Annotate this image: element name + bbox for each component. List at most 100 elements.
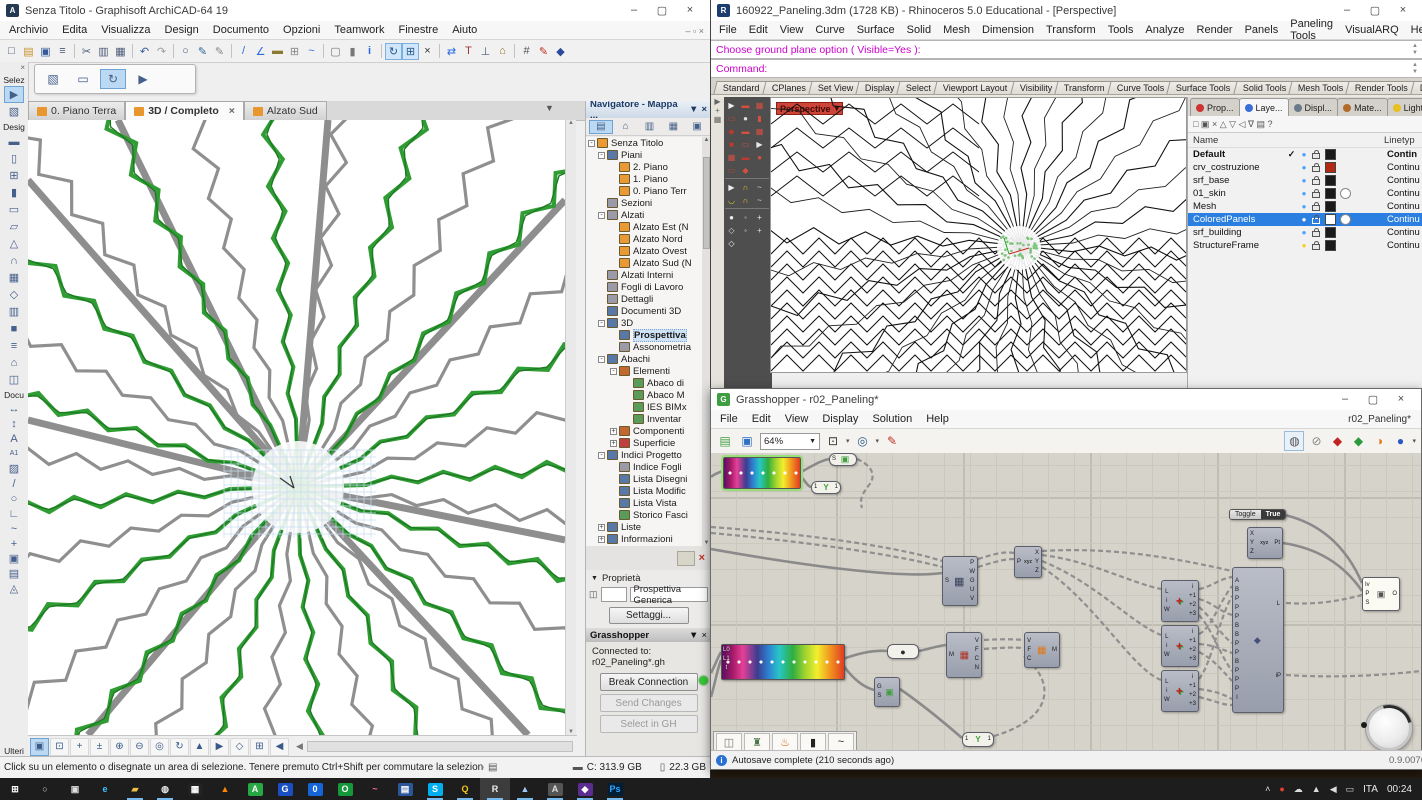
menu-item[interactable]: Solution (865, 413, 919, 425)
navigator-tree-item[interactable]: - Alzati (586, 209, 702, 221)
menu-item[interactable]: Opzioni (276, 24, 327, 36)
design-tool-icon[interactable] (4, 167, 24, 184)
taskbar-app-icon[interactable]: ▦ (180, 778, 210, 800)
minimize-button[interactable]: – (620, 4, 648, 17)
toolbar-icon[interactable] (439, 44, 440, 58)
panel-tab[interactable]: Lights (1387, 98, 1422, 116)
taskbar-app-icon[interactable]: ⊞ (0, 778, 30, 800)
tray-icon[interactable]: ☁ (1294, 784, 1303, 795)
toolbar-icon[interactable] (20, 43, 37, 60)
navigator-mode-icon[interactable]: ▣ (686, 120, 708, 134)
navigator-tree-item[interactable]: 2. Piano (586, 161, 702, 173)
command-prompt-line[interactable]: Command: ▲ ▼ (711, 59, 1422, 78)
solver-icon[interactable]: ◆ (1349, 432, 1367, 450)
design-tool-icon[interactable] (4, 354, 24, 371)
menu-item[interactable]: Visualizza (94, 24, 157, 36)
docu-tool-icon[interactable] (4, 446, 24, 461)
docu-tool-icon[interactable] (4, 461, 24, 476)
toolbar-tab[interactable]: Standard (713, 81, 769, 94)
design-tool-icon[interactable] (4, 337, 24, 354)
navigator-tree-item[interactable]: - Indici Progetto (586, 449, 702, 461)
taskbar-app-icon[interactable]: G (270, 778, 300, 800)
navigator-tree-item[interactable]: Alzati Interni (586, 269, 702, 281)
save-file-icon[interactable]: ▣ (738, 432, 756, 450)
navigator-tree-item[interactable]: Alzato Nord (586, 233, 702, 245)
design-tool-icon[interactable] (4, 218, 24, 235)
view-nav-icon[interactable]: ± (90, 738, 109, 756)
menu-item[interactable]: Archivio (2, 24, 55, 36)
design-tool-icon[interactable] (4, 235, 24, 252)
toolbar-icon[interactable] (235, 43, 252, 60)
gh-component[interactable]: Iv P S O (1362, 577, 1400, 611)
layer-visibility-bulb-icon[interactable]: ● (1298, 176, 1310, 185)
navigator-tree-item[interactable]: + Superficie (586, 437, 702, 449)
docu-tool-icon[interactable] (4, 491, 24, 506)
close-button[interactable]: × (676, 4, 704, 17)
navigator-header[interactable]: Navigatore - Mappa ... ▼ × (586, 101, 711, 118)
archicad-titlebar[interactable]: A Senza Titolo - Graphisoft ArchiCAD-64 … (0, 0, 710, 21)
current-layer-check[interactable]: ✓ (1285, 149, 1298, 160)
command-spinner[interactable]: ▲ ▼ (1412, 62, 1418, 76)
taskbar-app-icon[interactable]: A (540, 778, 570, 800)
menu-item[interactable]: Help (919, 413, 956, 425)
layer-color-swatch[interactable] (1325, 149, 1336, 160)
docu-tool-icon[interactable] (4, 521, 24, 536)
tray-icon[interactable]: ▭ (1346, 784, 1355, 795)
toolbar-icon[interactable] (54, 43, 71, 60)
toolbar-icon[interactable] (173, 44, 174, 58)
docu-tool-icon[interactable] (4, 581, 24, 596)
horizontal-scrollbar[interactable] (307, 741, 573, 752)
toolbar-tab[interactable]: Set View (808, 81, 863, 94)
design-tool-icon[interactable] (4, 320, 24, 337)
menu-item[interactable]: Solid (901, 24, 937, 36)
toolbar-icon[interactable] (252, 43, 269, 60)
view-nav-icon[interactable]: ◇ (230, 738, 249, 756)
gh-component[interactable] (887, 644, 919, 659)
navigator-tree-item[interactable]: Documenti 3D (586, 305, 702, 317)
toolbar-icon[interactable] (460, 43, 477, 60)
toolbar-icon[interactable] (211, 43, 228, 60)
tray-icon[interactable]: ˄ (1265, 784, 1270, 794)
navigator-tree-item[interactable]: Fogli di Lavoro (586, 281, 702, 293)
docu-tool-icon[interactable] (4, 476, 24, 491)
preview-off-icon[interactable]: ◆ (1328, 432, 1346, 450)
tray-icon[interactable]: ▲ (1312, 784, 1321, 794)
toolbar-icon[interactable] (177, 43, 194, 60)
preview-quality-icon[interactable]: ● (1391, 432, 1409, 450)
close-button[interactable]: × (1389, 4, 1417, 17)
boolean-toggle[interactable]: Toggle True (1229, 509, 1286, 520)
toolbar-icon[interactable] (303, 43, 320, 60)
view-nav-icon[interactable]: ⊕ (110, 738, 129, 756)
select-in-gh-button[interactable]: Select in GH (600, 715, 698, 733)
layer-lock-icon[interactable] (1312, 166, 1320, 172)
tree-expander-icon[interactable]: - (598, 212, 605, 219)
menu-item[interactable]: View (774, 24, 810, 36)
toolbar-icon[interactable] (402, 43, 419, 60)
menu-item[interactable]: Teamwork (327, 24, 391, 36)
tab-options-icon[interactable]: ▼ (545, 103, 554, 113)
float-tool-icon[interactable]: ▭ (70, 69, 96, 89)
view-nav-icon[interactable]: ↻ (170, 738, 189, 756)
gh-component[interactable]: X Y Z Pt (1247, 527, 1283, 559)
taskbar-app-icon[interactable]: S (420, 778, 450, 800)
navigator-close-icon[interactable]: × (701, 104, 707, 115)
menu-item[interactable]: Display (815, 413, 865, 425)
tree-expander-icon[interactable]: - (588, 140, 595, 147)
menu-item[interactable]: Render (1191, 24, 1239, 36)
layer-visibility-bulb-icon[interactable]: ● (1298, 202, 1310, 211)
layer-color-swatch[interactable] (1325, 214, 1336, 225)
toolbar-icon[interactable] (112, 43, 129, 60)
taskbar-app-icon[interactable]: ▰ (120, 778, 150, 800)
toolbar-tab[interactable]: Viewport Layout (934, 81, 1018, 94)
panel-tab[interactable]: Mate... (1337, 98, 1388, 116)
preview-shaded-icon[interactable]: ◍ (1284, 431, 1304, 451)
design-tool-icon[interactable] (4, 371, 24, 388)
toolbar-icon[interactable] (443, 43, 460, 60)
navigator-tree-item[interactable]: IES BIMx (586, 401, 702, 413)
tray-icon[interactable]: ◀ (1330, 784, 1337, 795)
toolbar-icon[interactable] (419, 43, 436, 60)
taskbar-app-icon[interactable]: ~ (360, 778, 390, 800)
zoom-extents-icon[interactable]: ⊡ (824, 432, 842, 450)
view-type-field[interactable]: Prospettiva Generica (630, 587, 708, 602)
float-tool-icon[interactable]: ▶ (130, 69, 156, 89)
